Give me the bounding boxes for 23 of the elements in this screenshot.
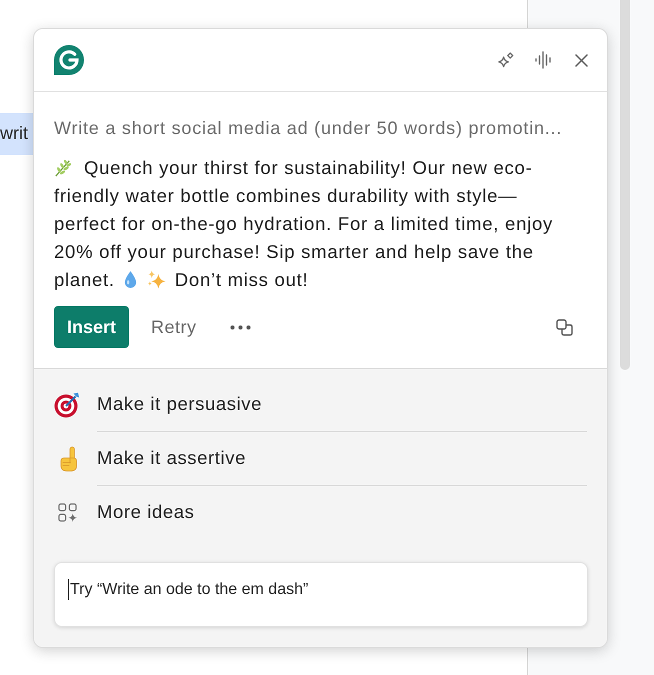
scrollbar-thumb[interactable] (620, 0, 630, 370)
droplet-icon (122, 270, 138, 289)
close-icon[interactable] (575, 54, 588, 66)
logo-icon (54, 45, 84, 75)
text-cursor (68, 579, 69, 600)
prompt-input[interactable]: Try “Write an ode to the em dash” (54, 562, 588, 627)
waveform-icon[interactable] (535, 50, 553, 70)
copy-icon[interactable] (556, 318, 573, 336)
grid-sparkle-icon (58, 502, 77, 522)
more-icon[interactable] (230, 324, 251, 330)
response-text: Quench your thirst for sustainability! Our new eco-friendly water bottle combines durability with style—perfect for on-the-go hydration. For a limited time, enjoy 20% off your purchase! Sip smarter and help save the planet. Don’t miss out! (54, 156, 554, 292)
suggestion-item[interactable]: Make it persuasive (54, 377, 587, 431)
sparkles-icon (146, 270, 166, 289)
suggestion-item[interactable]: More ideas (54, 485, 587, 539)
retry-button[interactable]: Retry (141, 306, 207, 348)
sparkle-icon[interactable] (497, 52, 514, 68)
insert-button[interactable]: Insert (54, 306, 129, 348)
selected-text: writ (0, 113, 36, 155)
pointing-hand-icon (58, 446, 78, 472)
suggestion-item[interactable]: Make it assertive (54, 431, 587, 485)
target-icon (54, 392, 80, 418)
leaf-icon (54, 159, 72, 177)
prompt-text: Write a short social media ad (under 50 words) promotin... (54, 117, 564, 140)
